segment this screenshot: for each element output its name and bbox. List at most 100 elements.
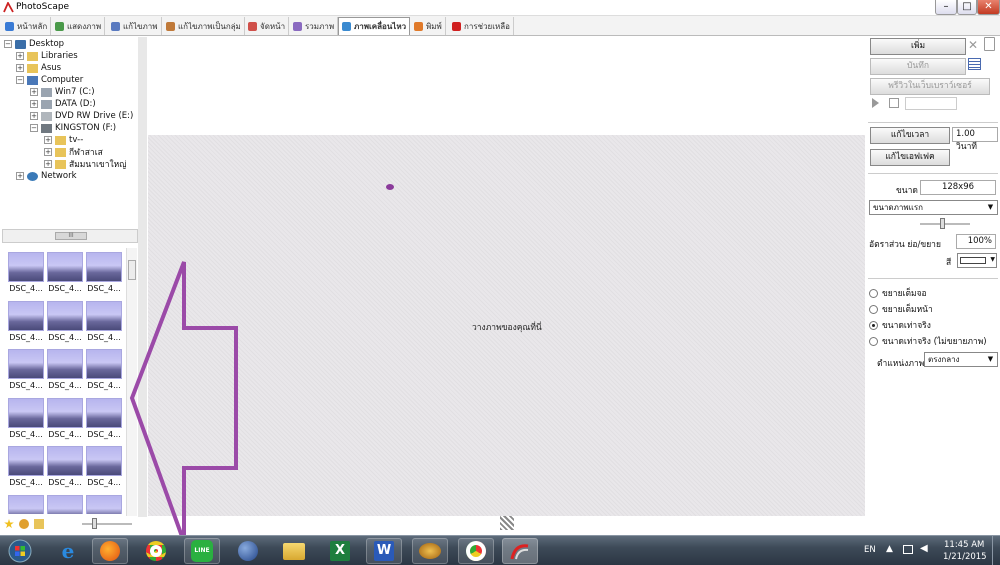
thumbnail-item[interactable]: DSC_4...: [86, 397, 122, 444]
thumbnail-image[interactable]: [86, 397, 122, 428]
taskbar-chrome[interactable]: [138, 538, 174, 564]
thumbnail-image[interactable]: [47, 397, 83, 428]
expand-icon[interactable]: +: [30, 88, 38, 96]
thumbnail-image[interactable]: [8, 494, 44, 514]
save-button[interactable]: บันทึก: [870, 58, 966, 75]
size-mode-select[interactable]: ขนาดภาพแรก ▼: [869, 200, 998, 215]
thumbnail-item[interactable]: DSC_4...: [47, 446, 83, 492]
thumbnail-item[interactable]: DSC_4...: [86, 349, 122, 395]
radio-button-checked[interactable]: [869, 320, 878, 330]
thumbnail-item[interactable]: DSC_4...: [8, 252, 44, 298]
tree-item-seminar[interactable]: + สัมมนาเขาใหญ่: [44, 158, 126, 170]
network-tray-icon[interactable]: [903, 545, 913, 554]
tab-page[interactable]: จัดหน้า: [245, 17, 290, 35]
thumbnail-item[interactable]: DSC_4...: [86, 300, 122, 347]
taskbar-media[interactable]: [412, 538, 448, 564]
thumbnail-item[interactable]: DSC_4...: [8, 300, 44, 347]
thumbnail-item[interactable]: DSC_4...: [86, 252, 122, 298]
thumbnail-image[interactable]: [47, 252, 83, 282]
taskbar-ie[interactable]: e: [50, 538, 86, 564]
expand-icon[interactable]: +: [44, 148, 52, 156]
expand-icon[interactable]: +: [16, 64, 24, 72]
thumbnail-image[interactable]: [8, 300, 44, 331]
radio-actual-size[interactable]: ขนาดเท่าจริง: [869, 318, 931, 332]
show-desktop-button[interactable]: [992, 536, 1000, 565]
star-icon[interactable]: [4, 519, 14, 529]
expand-icon[interactable]: +: [30, 112, 38, 120]
tree-item-desktop[interactable]: − Desktop: [4, 38, 64, 50]
ratio-value[interactable]: 100%: [956, 234, 996, 249]
taskbar-explorer[interactable]: [276, 538, 312, 564]
tab-viewer[interactable]: แสดงภาพ: [52, 17, 106, 35]
tab-help[interactable]: การช่วยเหลือ: [449, 17, 514, 35]
thumbnail-image[interactable]: [47, 446, 83, 476]
language-indicator[interactable]: EN: [864, 545, 876, 555]
volume-tray-icon[interactable]: ◀: [920, 543, 928, 554]
stop-icon[interactable]: [889, 98, 899, 108]
refresh-icon[interactable]: [19, 519, 29, 529]
radio-button[interactable]: [869, 304, 878, 314]
thumbnail-image[interactable]: [8, 446, 44, 476]
tree-item-dvd[interactable]: + DVD RW Drive (E:): [30, 110, 133, 122]
remove-icon[interactable]: ✕: [968, 38, 978, 52]
color-picker[interactable]: ▼: [957, 253, 997, 268]
tree-item-win7[interactable]: + Win7 (C:): [30, 86, 95, 98]
maximize-button[interactable]: □: [957, 0, 977, 15]
edit-effect-button[interactable]: แก้ไขเอฟเฟค: [870, 149, 950, 166]
clock-date[interactable]: 1/21/2015: [943, 552, 987, 562]
expand-icon[interactable]: +: [44, 160, 52, 168]
preview-browser-button[interactable]: พรีวิวในเว็บเบราว์เซอร์: [870, 78, 990, 95]
tree-horizontal-scrollbar[interactable]: III: [2, 229, 138, 243]
thumbnail-item[interactable]: DSC_4...: [8, 494, 44, 514]
radio-fit-screen[interactable]: ขยายเต็มจอ: [869, 286, 927, 300]
resize-grip-icon[interactable]: [500, 516, 514, 530]
minimize-button[interactable]: –: [935, 0, 957, 15]
thumbnail-image[interactable]: [8, 349, 44, 379]
add-button[interactable]: เพิ่ม: [870, 38, 966, 55]
thumbnail-image[interactable]: [86, 252, 122, 282]
slider-knob[interactable]: [92, 518, 97, 529]
show-hidden-icons[interactable]: ▲: [886, 544, 893, 554]
thumbnail-item[interactable]: DSC_4...: [47, 300, 83, 347]
thumbnail-item[interactable]: DSC_4...: [86, 446, 122, 492]
thumbnail-item[interactable]: DSC_4...: [86, 494, 122, 514]
thumbnail-image[interactable]: [8, 397, 44, 428]
close-button[interactable]: ✕: [977, 0, 1000, 15]
trash-icon[interactable]: [984, 37, 995, 51]
radio-fit-page[interactable]: ขยายเต็มหน้า: [869, 302, 933, 316]
taskbar-photoscape[interactable]: [502, 538, 538, 564]
collapse-icon[interactable]: −: [16, 76, 24, 84]
slider-knob[interactable]: [940, 218, 945, 229]
edit-time-button[interactable]: แก้ไขเวลา: [870, 127, 950, 144]
thumbnail-item[interactable]: DSC_4...: [8, 349, 44, 395]
list-icon[interactable]: [968, 58, 981, 70]
thumbnail-image[interactable]: [8, 252, 44, 282]
tab-animated-gif[interactable]: ภาพเคลื่อนไหว: [338, 17, 411, 35]
taskbar-line[interactable]: LINE: [184, 538, 220, 564]
thumbnail-item[interactable]: DSC_4...: [8, 397, 44, 444]
expand-icon[interactable]: +: [44, 136, 52, 144]
thumbnail-image[interactable]: [86, 494, 122, 514]
scrollbar-thumb[interactable]: III: [55, 232, 87, 240]
time-value[interactable]: 1.00 วินาที: [952, 127, 998, 152]
tree-item-kingston[interactable]: − KINGSTON (F:): [30, 122, 116, 134]
collapse-icon[interactable]: −: [4, 40, 12, 48]
thumbnail-item[interactable]: DSC_4...: [47, 349, 83, 395]
tree-item-libraries[interactable]: + Libraries: [16, 50, 78, 62]
thumbnail-item[interactable]: DSC_4...: [47, 494, 83, 514]
tree-item-computer[interactable]: − Computer: [16, 74, 83, 86]
thumbnail-image[interactable]: [86, 349, 122, 379]
thumbnail-image[interactable]: [86, 300, 122, 331]
clock-time[interactable]: 11:45 AM: [944, 540, 984, 550]
tab-editor[interactable]: แก้ไขภาพ: [108, 17, 162, 35]
thumbnail-item[interactable]: DSC_4...: [8, 446, 44, 492]
taskbar-firefox[interactable]: [92, 538, 128, 564]
tree-item-asus[interactable]: + Asus: [16, 62, 61, 74]
taskbar-word[interactable]: W: [366, 538, 402, 564]
position-select[interactable]: ตรงกลาง ▼: [924, 352, 998, 367]
collapse-icon[interactable]: −: [30, 124, 38, 132]
tab-batch-editor[interactable]: แก้ไขภาพเป็นกลุ่ม: [163, 17, 245, 35]
start-button[interactable]: [2, 538, 38, 564]
taskbar-chrome-2[interactable]: [458, 538, 494, 564]
taskbar-google-earth[interactable]: [230, 538, 266, 564]
